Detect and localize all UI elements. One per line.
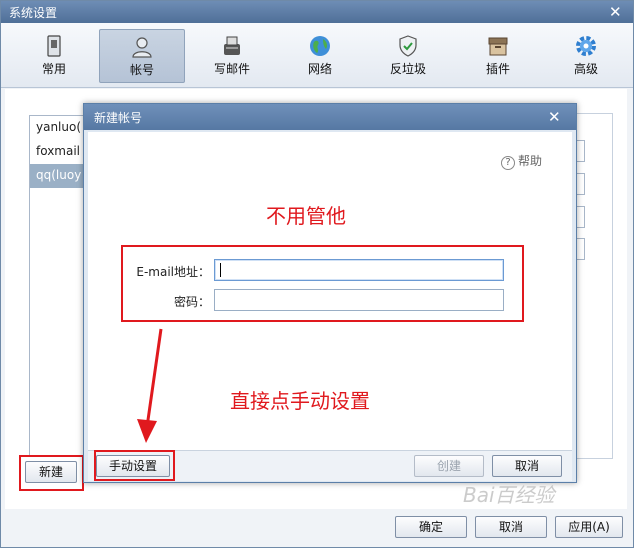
- ok-button[interactable]: 确定: [395, 516, 467, 538]
- highlight-credentials: [121, 245, 524, 322]
- general-icon: [47, 35, 61, 57]
- tab-account[interactable]: 帐号: [99, 29, 185, 83]
- account-item[interactable]: foxmail: [30, 140, 90, 164]
- dialog-cancel-button[interactable]: 取消: [492, 455, 562, 477]
- window-title: 系统设置: [9, 6, 58, 20]
- annotation-bottom: 直接点手动设置: [230, 389, 370, 413]
- help-link[interactable]: ? 帮助: [500, 152, 542, 170]
- window-titlebar: 系统设置 ✕: [1, 1, 633, 23]
- tab-compose-label: 写邮件: [213, 62, 250, 76]
- arrow-down-icon: [137, 328, 163, 443]
- dialog-title: 新建帐号: [94, 111, 143, 125]
- tab-account-label: 帐号: [129, 63, 154, 77]
- globe-icon: [310, 36, 330, 56]
- tab-antispam[interactable]: 反垃圾: [365, 29, 451, 83]
- tab-advanced-label: 高级: [573, 62, 598, 76]
- tab-compose[interactable]: 写邮件: [189, 29, 275, 83]
- tab-general-label: 常用: [41, 62, 66, 76]
- tab-antispam-label: 反垃圾: [389, 62, 426, 76]
- watermark-logo: Bai百经验: [463, 483, 555, 507]
- tab-plugins-label: 插件: [485, 62, 510, 76]
- settings-window: 系统设置 ✕ 常用 帐号 写邮件 网络 反垃圾 插件 高级 yanluo(fo…: [0, 0, 634, 548]
- tab-network[interactable]: 网络: [277, 29, 363, 83]
- shield-icon: [399, 35, 417, 57]
- help-icon: ?: [500, 156, 515, 170]
- apply-button[interactable]: 应用(A): [555, 516, 623, 538]
- settings-toolbar: 常用 帐号 写邮件 网络 反垃圾 插件 高级: [1, 23, 633, 88]
- tab-network-label: 网络: [307, 62, 332, 76]
- highlight-new-button: [19, 455, 84, 491]
- tab-plugins[interactable]: 插件: [455, 29, 541, 83]
- dialog-close-icon[interactable]: ✕: [548, 110, 561, 125]
- cancel-button[interactable]: 取消: [475, 516, 547, 538]
- annotation-top: 不用管他: [266, 204, 346, 228]
- dialog-titlebar: 新建帐号 ✕: [84, 104, 576, 130]
- account-list: yanluo( foxmail qq(luoy: [29, 115, 91, 457]
- user-icon: [132, 37, 152, 58]
- highlight-manual-setup: [94, 450, 175, 481]
- account-detail-panel: [576, 113, 613, 459]
- window-close-icon[interactable]: ✕: [609, 5, 622, 20]
- account-item[interactable]: yanluo(: [30, 116, 90, 140]
- gear-icon: [576, 36, 596, 56]
- account-item-selected[interactable]: qq(luoy: [30, 164, 90, 188]
- compose-icon: [224, 36, 240, 55]
- tab-general[interactable]: 常用: [11, 29, 97, 83]
- help-label: 帮助: [517, 154, 542, 168]
- create-button[interactable]: 创建: [414, 455, 484, 477]
- plugin-box-icon: [488, 37, 508, 56]
- tab-advanced[interactable]: 高级: [543, 29, 629, 83]
